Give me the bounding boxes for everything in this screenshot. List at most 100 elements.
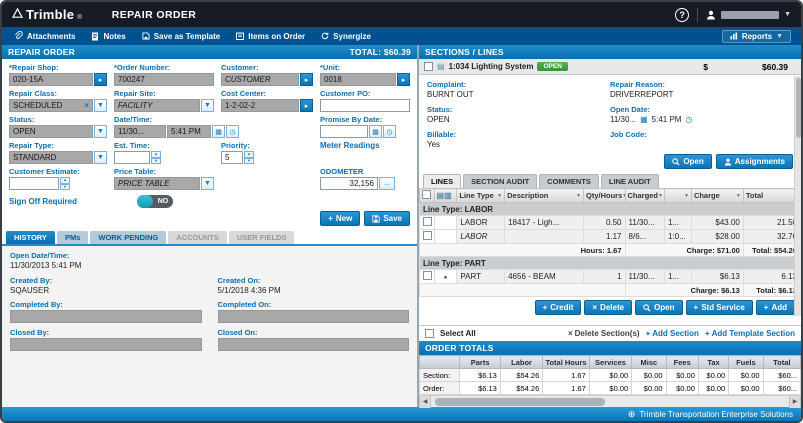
repair-shop-lookup-icon[interactable]: ▸ xyxy=(94,73,107,86)
open-section-button[interactable]: Open xyxy=(664,154,711,169)
price-table-label: Price Table: xyxy=(114,167,214,176)
priority-input[interactable]: 5 xyxy=(221,151,243,164)
customer-lookup-icon[interactable]: ▸ xyxy=(300,73,313,86)
unit-lookup-icon[interactable]: ▸ xyxy=(397,73,410,86)
open-line-button[interactable]: Open xyxy=(635,300,682,315)
labor-group-row[interactable]: Line Type: LABOR xyxy=(420,203,801,216)
select-all-label[interactable]: Select All xyxy=(440,329,476,338)
time-input[interactable]: 5:41 PM xyxy=(167,125,211,138)
col-tax: Tax xyxy=(698,356,728,369)
part-group-row[interactable]: Line Type: PART xyxy=(420,257,801,270)
tab-line-audit[interactable]: LINE AUDIT xyxy=(601,174,659,188)
user-menu[interactable]: ▼ xyxy=(706,10,791,20)
repair-site-dropdown-icon[interactable]: ▼ xyxy=(201,99,214,112)
scrollbar-thumb[interactable] xyxy=(796,78,801,138)
col-charged-time[interactable]: ▼ xyxy=(664,189,691,203)
customer-po-input[interactable] xyxy=(320,99,410,112)
col-description[interactable]: Description▼ xyxy=(505,189,584,203)
new-button[interactable]: +New xyxy=(320,211,360,226)
unit-input[interactable]: 0018 xyxy=(320,73,396,86)
line-row[interactable]: LABOR 18417 - Ligh... 0.50 11/30... 1...… xyxy=(420,216,801,230)
std-service-button[interactable]: +Std Service xyxy=(686,300,753,315)
tab-section-audit[interactable]: SECTION AUDIT xyxy=(463,174,537,188)
menu-attachments[interactable]: Attachments xyxy=(6,27,83,45)
date-input[interactable]: 11/30... xyxy=(114,125,166,138)
clear-icon[interactable]: × xyxy=(84,101,89,110)
line-checkbox[interactable] xyxy=(423,217,432,226)
line-checkbox[interactable] xyxy=(423,271,432,280)
select-all-sections-checkbox[interactable] xyxy=(425,329,434,338)
col-line-type[interactable]: Line Type▼ xyxy=(457,189,505,203)
menu-save-as-template[interactable]: Save as Template xyxy=(134,27,229,45)
price-table-input[interactable]: PRICE TABLE xyxy=(114,177,200,190)
tab-user-fields[interactable]: USER FIELDS xyxy=(229,231,295,244)
repair-type-dropdown-icon[interactable]: ▼ xyxy=(94,151,107,164)
spin-down-icon[interactable]: ▼ xyxy=(60,184,70,191)
spin-down-icon[interactable]: ▼ xyxy=(151,158,161,165)
line-checkbox[interactable] xyxy=(423,231,432,240)
tab-comments[interactable]: COMMENTS xyxy=(539,174,599,188)
repair-class-input[interactable]: SCHEDULED× xyxy=(9,99,93,112)
odometer-more-button[interactable]: ... xyxy=(379,177,395,190)
section-list-item[interactable]: ▤ 1:034 Lighting System OPEN $ $60.39 xyxy=(419,59,801,75)
col-total[interactable]: Total▼ xyxy=(743,189,800,203)
horizontal-scrollbar[interactable]: ◀ ▶ xyxy=(419,395,801,407)
repair-type-input[interactable]: STANDARD xyxy=(9,151,93,164)
order-number-input[interactable]: 700247 xyxy=(114,73,214,86)
save-button[interactable]: Save xyxy=(364,211,410,226)
tab-accounts[interactable]: ACCOUNTS xyxy=(168,231,227,244)
menu-items-on-order[interactable]: Items on Order xyxy=(228,27,313,45)
vertical-scrollbar[interactable] xyxy=(794,76,801,316)
calendar-icon[interactable]: ▦ xyxy=(212,125,225,138)
repair-class-dropdown-icon[interactable]: ▼ xyxy=(94,99,107,112)
repair-site-input[interactable]: FACILITY xyxy=(114,99,200,112)
clock-icon[interactable]: ◷ xyxy=(226,125,239,138)
reports-button[interactable]: Reports ▼ xyxy=(722,30,791,43)
col-qty-hours[interactable]: Qty/Hours▼ xyxy=(584,189,626,203)
est-time-input[interactable] xyxy=(114,151,150,164)
add-section-link[interactable]: +Add Section xyxy=(646,329,699,338)
price-table-dropdown-icon[interactable]: ▼ xyxy=(201,177,214,190)
customer-input[interactable]: CUSTOMER xyxy=(221,73,299,86)
status-dropdown-icon[interactable]: ▼ xyxy=(94,125,107,138)
tab-lines[interactable]: LINES xyxy=(423,174,461,188)
scroll-right-icon[interactable]: ▶ xyxy=(789,396,801,408)
cost-center-input[interactable]: 1-2-02-2 xyxy=(221,99,299,112)
tab-history[interactable]: HISTORY xyxy=(6,231,55,244)
menu-notes[interactable]: Notes xyxy=(83,27,133,45)
delete-sections-link[interactable]: ×Delete Section(s) xyxy=(568,329,640,338)
select-all-lines-checkbox[interactable] xyxy=(422,190,431,199)
menu-synergize[interactable]: Synergize xyxy=(313,27,379,45)
customer-estimate-stepper[interactable]: ▲▼ xyxy=(60,177,70,190)
add-template-section-link[interactable]: +Add Template Section xyxy=(705,329,795,338)
calendar-icon[interactable]: ▦ xyxy=(369,125,382,138)
priority-stepper[interactable]: ▲▼ xyxy=(244,151,254,164)
add-line-button[interactable]: +Add xyxy=(756,300,795,315)
line-row[interactable]: LABOR 1.17 8/6... 1:0... $28.00 32.76 xyxy=(420,230,801,244)
customer-estimate-input[interactable] xyxy=(9,177,59,190)
odometer-input[interactable]: 32,156 xyxy=(320,177,378,190)
sign-off-toggle[interactable]: NO xyxy=(137,195,173,208)
tab-pms[interactable]: PMs xyxy=(57,231,88,244)
est-time-stepper[interactable]: ▲▼ xyxy=(151,151,161,164)
chevron-down-icon: ▼ xyxy=(784,11,791,18)
line-row[interactable]: ● PART 4656 - BEAM 1 11/30... 1... $6.13… xyxy=(420,270,801,284)
scroll-left-icon[interactable]: ◀ xyxy=(419,396,431,408)
help-icon[interactable]: ? xyxy=(675,8,689,22)
assignments-button[interactable]: Assignments xyxy=(716,154,793,169)
repair-shop-input[interactable]: 020-15A xyxy=(9,73,93,86)
cost-center-lookup-icon[interactable]: ▸ xyxy=(300,99,313,112)
credit-button[interactable]: +Credit xyxy=(535,300,582,315)
section-checkbox[interactable] xyxy=(424,62,433,71)
promise-date-input[interactable] xyxy=(320,125,368,138)
col-charged[interactable]: Charged▼ xyxy=(625,189,664,203)
status-input[interactable]: OPEN xyxy=(9,125,93,138)
tab-work-pending[interactable]: WORK PENDING xyxy=(90,231,166,244)
view-list-icon[interactable]: ▤ xyxy=(437,191,445,200)
view-grid-icon[interactable]: ▥ xyxy=(444,191,452,200)
scrollbar-thumb[interactable] xyxy=(435,398,605,406)
spin-down-icon[interactable]: ▼ xyxy=(244,158,254,165)
clock-icon[interactable]: ◷ xyxy=(383,125,396,138)
col-charge[interactable]: Charge▼ xyxy=(691,189,743,203)
delete-line-button[interactable]: ×Delete xyxy=(584,300,632,315)
